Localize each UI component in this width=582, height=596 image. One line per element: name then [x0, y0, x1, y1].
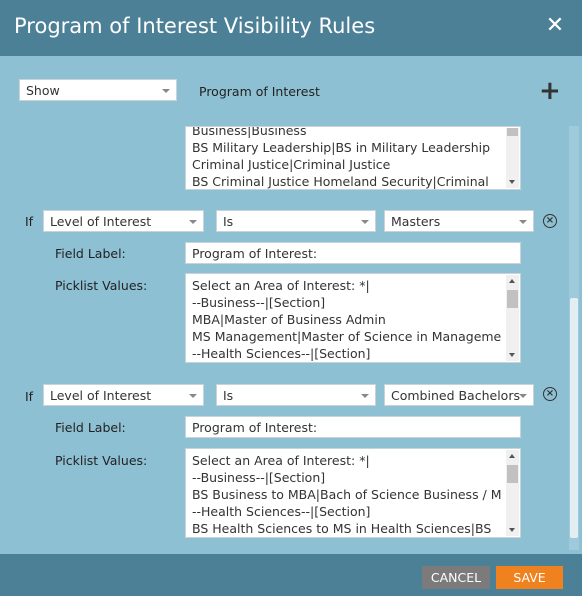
plus-icon[interactable]: +	[539, 78, 561, 104]
dialog-content: Show Program of Interest + Business|Busi…	[0, 56, 582, 554]
list-item: --Business--|[Section]	[192, 470, 326, 485]
rule-operator-select[interactable]: Is	[216, 210, 376, 232]
scroll-thumb[interactable]	[507, 465, 518, 483]
field-label-caption: Field Label:	[55, 420, 126, 435]
rule-field-select[interactable]: Level of Interest	[43, 384, 204, 406]
chevron-down-icon	[361, 220, 369, 224]
rule-value-value: Combined Bachelors	[391, 388, 520, 403]
rule-value-select[interactable]: Masters	[384, 210, 534, 232]
list-item: Select an Area of Interest: *|	[192, 278, 370, 293]
action-select[interactable]: Show	[19, 79, 177, 101]
dialog-titlebar: Program of Interest Visibility Rules ✕	[0, 0, 582, 56]
picklist-caption: Picklist Values:	[55, 453, 148, 468]
rule-field-value: Level of Interest	[50, 388, 152, 403]
list-item: Business|Business	[192, 126, 307, 138]
chevron-down-icon	[361, 394, 369, 398]
list-item: MBA|Master of Business Admin	[192, 312, 386, 327]
scroll-thumb[interactable]	[507, 128, 518, 136]
dialog-title: Program of Interest Visibility Rules	[14, 14, 376, 38]
action-select-value: Show	[26, 83, 60, 98]
chevron-down-icon	[162, 89, 170, 93]
list-item: MS Management|Master of Science in Manag…	[192, 329, 502, 344]
scroll-up-icon[interactable]	[509, 454, 515, 458]
default-picklist[interactable]: Business|Business BS Military Leadership…	[185, 126, 521, 190]
list-scrollbar[interactable]	[506, 275, 519, 361]
rule-value-value: Masters	[391, 214, 441, 229]
rule-if-label: If	[25, 214, 34, 229]
list-item: BS Health Sciences to MS in Health Scien…	[192, 521, 492, 536]
chevron-down-icon	[189, 220, 197, 224]
rule-operator-select[interactable]: Is	[216, 384, 376, 406]
rule-operator-value: Is	[223, 388, 234, 403]
list-item: Criminal Justice|Criminal Justice	[192, 157, 391, 172]
chevron-down-icon	[519, 394, 527, 398]
visibility-rules-dialog: Program of Interest Visibility Rules ✕ S…	[0, 0, 582, 596]
scroll-up-icon[interactable]	[509, 279, 515, 283]
list-item: Select an Area of Interest: *|	[192, 453, 370, 468]
dialog-scroll-thumb[interactable]	[570, 298, 578, 538]
chevron-down-icon	[519, 220, 527, 224]
rule-if-label: If	[25, 389, 34, 404]
list-scrollbar[interactable]	[506, 128, 519, 188]
list-item: --Business--|[Section]	[192, 295, 326, 310]
chevron-down-icon	[189, 394, 197, 398]
dialog-footer: CANCEL SAVE	[0, 554, 582, 596]
dialog-scrollbar[interactable]	[569, 126, 579, 550]
close-icon[interactable]: ✕	[544, 15, 566, 37]
field-label-caption: Field Label:	[55, 246, 126, 261]
picklist-values-textarea[interactable]: Select an Area of Interest: *| --Busines…	[185, 273, 521, 363]
remove-rule-icon[interactable]: ×	[543, 214, 557, 228]
rule-field-select[interactable]: Level of Interest	[43, 210, 204, 232]
cancel-button[interactable]: CANCEL	[422, 566, 490, 589]
list-item: --Health Sciences--|[Section]	[192, 346, 371, 361]
list-item: BS Criminal Justice Homeland Security|Cr…	[192, 174, 489, 189]
scroll-down-icon[interactable]	[509, 180, 515, 184]
list-item: BS Military Leadership|BS in Military Le…	[192, 140, 491, 155]
list-scrollbar[interactable]	[506, 450, 519, 536]
scroll-down-icon[interactable]	[509, 353, 515, 357]
picklist-values-textarea[interactable]: Select an Area of Interest: *| --Busines…	[185, 448, 521, 538]
scroll-thumb[interactable]	[507, 290, 518, 308]
field-label-input[interactable]: Program of Interest:	[185, 416, 521, 438]
rule-field-value: Level of Interest	[50, 214, 152, 229]
target-field-label: Program of Interest	[199, 84, 320, 99]
remove-rule-icon[interactable]: ×	[543, 387, 557, 401]
save-button[interactable]: SAVE	[496, 566, 563, 589]
field-label-input[interactable]: Program of Interest:	[185, 242, 521, 264]
rule-value-select[interactable]: Combined Bachelors	[384, 384, 534, 406]
rule-operator-value: Is	[223, 214, 234, 229]
list-item: BS Business to MBA|Bach of Science Busin…	[192, 487, 502, 502]
scroll-down-icon[interactable]	[509, 528, 515, 532]
picklist-caption: Picklist Values:	[55, 278, 148, 293]
list-item: --Health Sciences--|[Section]	[192, 504, 371, 519]
